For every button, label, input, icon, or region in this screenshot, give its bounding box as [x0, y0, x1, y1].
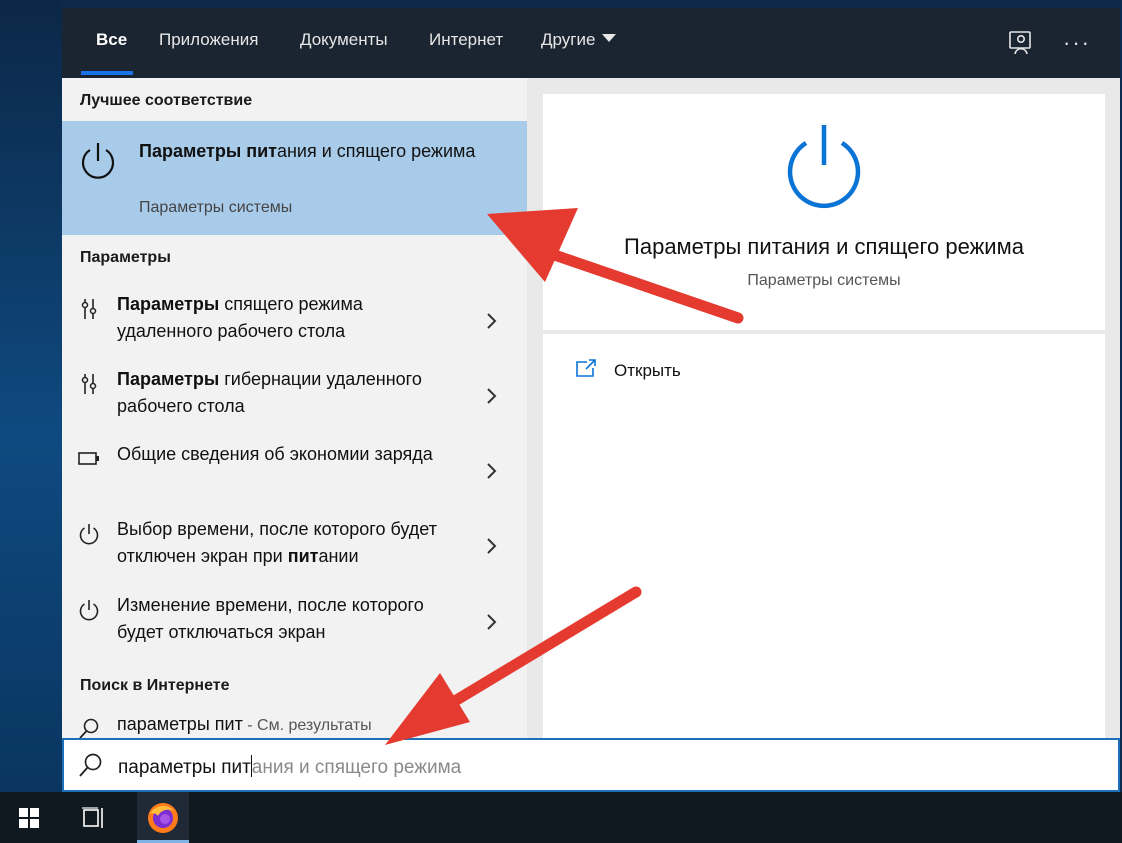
- web-search-result[interactable]: параметры пит - См. результаты: [62, 714, 527, 738]
- section-settings: Параметры: [80, 249, 171, 266]
- power-icon: [787, 125, 861, 209]
- search-input[interactable]: параметры питания и спящего режима: [64, 740, 1118, 790]
- settings-result-label: Выбор времени, после которого будет откл…: [117, 519, 437, 566]
- settings-result-item[interactable]: Выбор времени, после которого будет откл…: [62, 516, 527, 586]
- desktop-background: [0, 0, 62, 792]
- preview-card: Параметры питания и спящего режима Парам…: [543, 94, 1105, 330]
- tab-more[interactable]: Другие: [541, 30, 617, 56]
- tab-all[interactable]: Все: [96, 30, 127, 56]
- open-external-icon: [576, 359, 596, 377]
- taskbar: [0, 792, 1122, 843]
- windows-start-icon[interactable]: [0, 792, 58, 843]
- search-box[interactable]: параметры питания и спящего режима: [62, 738, 1120, 792]
- result-preview-panel: Параметры питания и спящего режима Парам…: [527, 78, 1120, 738]
- tab-web[interactable]: Интернет: [429, 30, 503, 56]
- section-best-match: Лучшее соответствие: [80, 92, 253, 109]
- best-match-subtitle: Параметры системы: [139, 199, 293, 216]
- power-icon: [79, 600, 99, 621]
- settings-result-label: Параметры гибернации удаленного рабочего…: [117, 369, 422, 416]
- chevron-right-icon: [487, 614, 497, 630]
- preview-subtitle: Параметры системы: [747, 272, 901, 289]
- settings-result-item[interactable]: Общие сведения об экономии заряда: [62, 441, 527, 511]
- tab-apps[interactable]: Приложения: [159, 30, 258, 56]
- power-icon: [79, 524, 99, 545]
- preview-actions: Открыть: [543, 334, 1105, 738]
- more-options-dots: ···: [1063, 30, 1091, 55]
- web-search-label: параметры пит - См. результаты: [117, 714, 372, 734]
- firefox-icon[interactable]: [137, 792, 189, 843]
- chevron-right-icon: [487, 463, 497, 479]
- preview-title: Параметры питания и спящего режима: [624, 234, 1024, 259]
- search-query: параметры питания и спящего режима: [118, 755, 461, 779]
- chevron-right-icon: [487, 538, 497, 554]
- search-results-list: Лучшее соответствие Параметры питания и …: [62, 78, 527, 738]
- battery-icon: [78, 452, 99, 465]
- settings-result-label: Общие сведения об экономии заряда: [117, 444, 433, 464]
- chevron-right-icon: [487, 388, 497, 404]
- feedback-icon[interactable]: [1006, 28, 1036, 58]
- search-typed-text: параметры пит: [118, 757, 251, 778]
- settings-result-item[interactable]: Параметры гибернации удаленного рабочего…: [62, 366, 527, 436]
- settings-result-label: Изменение времени, после которого будет …: [117, 595, 424, 642]
- search-icon: [79, 718, 99, 738]
- settings-result-item[interactable]: Параметры спящего режима удаленного рабо…: [62, 291, 527, 361]
- open-action-label: Открыть: [614, 361, 681, 380]
- active-tab-indicator: [81, 71, 133, 75]
- section-web-search: Поиск в Интернете: [80, 677, 230, 694]
- settings-sliders-icon: [81, 299, 97, 319]
- tab-documents[interactable]: Документы: [300, 30, 388, 56]
- tab-more-label: Другие: [541, 30, 596, 49]
- windows-search-window: Все Приложения Документы Интернет Другие…: [62, 8, 1120, 792]
- chevron-down-icon: [602, 34, 617, 42]
- task-view-icon[interactable]: [68, 792, 120, 843]
- search-icon: [79, 753, 102, 777]
- search-tabs-bar: Все Приложения Документы Интернет Другие…: [62, 8, 1120, 78]
- chevron-right-icon: [487, 313, 497, 329]
- best-match-result[interactable]: Параметры питания и спящего режима Парам…: [62, 121, 527, 235]
- power-icon: [81, 143, 115, 179]
- more-options-icon[interactable]: ···: [1062, 28, 1092, 58]
- settings-result-label: Параметры спящего режима удаленного рабо…: [117, 294, 363, 341]
- best-match-title: Параметры питания и спящего режима: [139, 141, 476, 161]
- settings-result-item[interactable]: Изменение времени, после которого будет …: [62, 592, 527, 662]
- settings-sliders-icon: [81, 374, 97, 394]
- search-autocomplete: ания и спящего режима: [251, 757, 462, 778]
